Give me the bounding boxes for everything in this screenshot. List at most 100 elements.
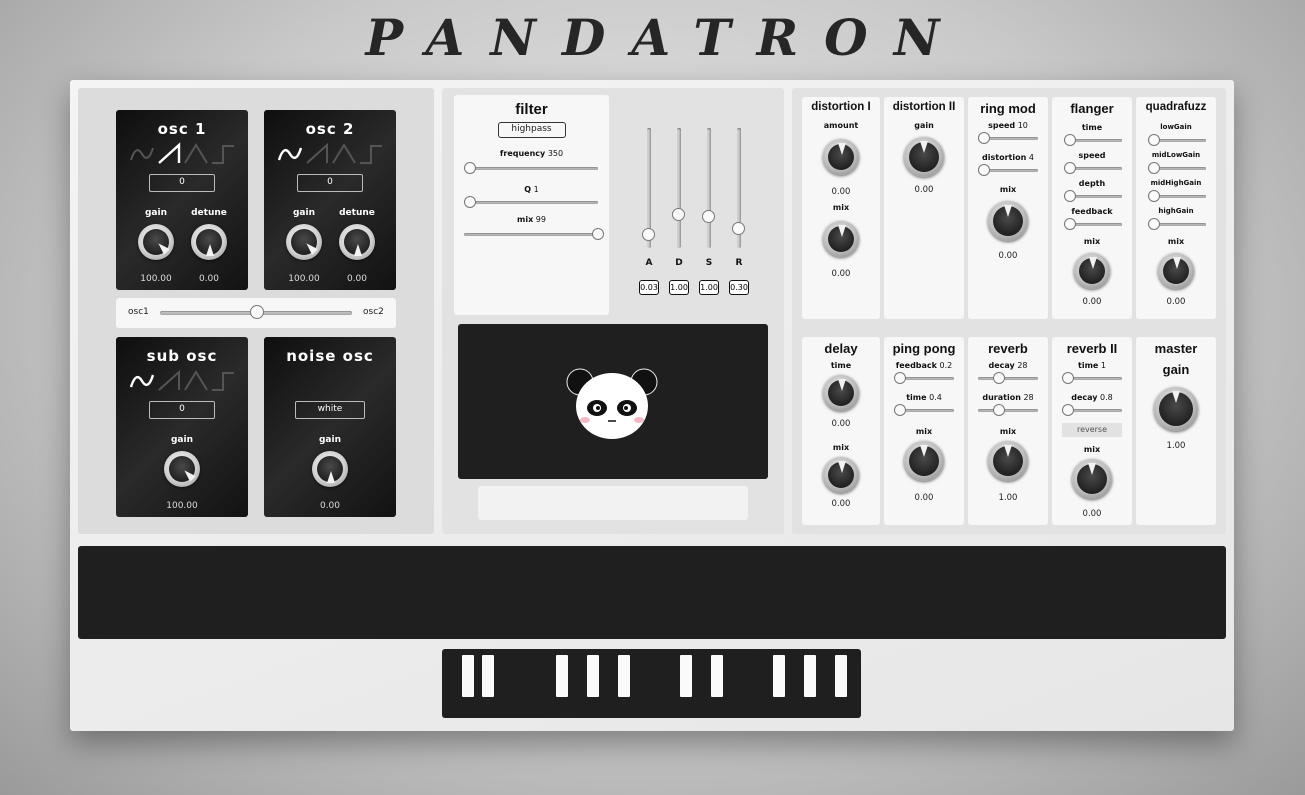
ringmod-speed-thumb[interactable]	[978, 132, 990, 144]
sawtooth-wave-icon[interactable]	[157, 369, 181, 393]
reverb-mix-knob[interactable]	[988, 441, 1028, 481]
quadrafuzz-mix-knob[interactable]	[1158, 253, 1194, 289]
distortion1-mix-knob[interactable]	[823, 221, 859, 257]
noise-type-select[interactable]: white	[295, 401, 365, 419]
reverb-duration-slider[interactable]	[978, 404, 1038, 416]
square-wave-icon[interactable]	[359, 142, 383, 166]
delay-time-value: 0.00	[831, 419, 851, 429]
decay-slider[interactable]	[672, 128, 685, 248]
ringmod-distortion-slider[interactable]	[978, 164, 1038, 176]
pingpong-feedback-slider[interactable]	[894, 372, 954, 384]
reverb-duration-thumb[interactable]	[993, 404, 1005, 416]
sine-wave-icon[interactable]	[129, 142, 154, 166]
reverb2-time-thumb[interactable]	[1062, 372, 1074, 384]
master-gain-knob[interactable]	[1154, 387, 1198, 431]
sub-osc-octave-input[interactable]: 0	[149, 401, 215, 419]
keyboard-key[interactable]	[482, 655, 494, 697]
keyboard-key[interactable]	[618, 655, 630, 697]
ringmod-title: ring mod	[980, 101, 1036, 116]
reverb-decay-slider[interactable]	[978, 372, 1038, 384]
reverb2-time-slider[interactable]	[1062, 372, 1122, 384]
delay-mix-knob[interactable]	[823, 457, 859, 493]
reverb2-reverse-button[interactable]: reverse	[1062, 423, 1122, 437]
filter-q-slider[interactable]	[464, 196, 598, 208]
square-wave-icon[interactable]	[211, 369, 235, 393]
pingpong-time-slider[interactable]	[894, 404, 954, 416]
reverb2-mix-knob[interactable]	[1072, 459, 1112, 499]
quadrafuzz-midhigh-thumb[interactable]	[1148, 190, 1160, 202]
filter-frequency-thumb[interactable]	[464, 162, 476, 174]
release-thumb[interactable]	[732, 222, 745, 235]
osc2-gain-knob[interactable]	[286, 224, 322, 260]
quadrafuzz-midlow-slider[interactable]	[1148, 162, 1206, 174]
decay-value[interactable]: 1.00	[669, 280, 689, 295]
flanger-feedback-slider[interactable]	[1064, 218, 1122, 230]
reverb-decay-thumb[interactable]	[993, 372, 1005, 384]
sine-wave-icon[interactable]	[129, 369, 154, 393]
quadrafuzz-high-slider[interactable]	[1148, 218, 1206, 230]
release-value[interactable]: 0.30	[729, 280, 749, 295]
keyboard-key[interactable]	[773, 655, 785, 697]
sawtooth-wave-icon[interactable]	[305, 142, 329, 166]
distortion1-amount-knob[interactable]	[823, 139, 859, 175]
flanger-time-thumb[interactable]	[1064, 134, 1076, 146]
filter-mix-thumb[interactable]	[592, 228, 604, 240]
keyboard-key[interactable]	[462, 655, 474, 697]
osc2-octave-input[interactable]: 0	[297, 174, 363, 192]
filter-type-select[interactable]: highpass	[497, 122, 566, 138]
decay-thumb[interactable]	[672, 208, 685, 221]
osc1-detune-knob[interactable]	[191, 224, 227, 260]
flanger-depth-thumb[interactable]	[1064, 190, 1076, 202]
osc1-octave-input[interactable]: 0	[149, 174, 215, 192]
quadrafuzz-low-slider[interactable]	[1148, 134, 1206, 146]
ringmod-mix-knob[interactable]	[988, 201, 1028, 241]
keyboard-key[interactable]	[680, 655, 692, 697]
keyboard-key[interactable]	[556, 655, 568, 697]
sawtooth-wave-icon[interactable]	[157, 142, 181, 166]
sine-wave-icon[interactable]	[277, 142, 302, 166]
osc2-detune-knob[interactable]	[339, 224, 375, 260]
quadrafuzz-midlow-thumb[interactable]	[1148, 162, 1160, 174]
keyboard-key[interactable]	[587, 655, 599, 697]
distortion2-gain-knob[interactable]	[904, 137, 944, 177]
flanger-speed-slider[interactable]	[1064, 162, 1122, 174]
keyboard-key[interactable]	[804, 655, 816, 697]
pingpong-time-thumb[interactable]	[894, 404, 906, 416]
reverb2-decay-thumb[interactable]	[1062, 404, 1074, 416]
noise-osc-gain-knob[interactable]	[312, 451, 348, 487]
sustain-thumb[interactable]	[702, 210, 715, 223]
square-wave-icon[interactable]	[211, 142, 235, 166]
quadrafuzz-low-thumb[interactable]	[1148, 134, 1160, 146]
release-slider[interactable]	[732, 128, 745, 248]
pingpong-feedback-thumb[interactable]	[894, 372, 906, 384]
flanger-depth-slider[interactable]	[1064, 190, 1122, 202]
osc1-gain-knob[interactable]	[138, 224, 174, 260]
ringmod-speed-slider[interactable]	[978, 132, 1038, 144]
triangle-wave-icon[interactable]	[183, 142, 208, 166]
pingpong-mix-knob[interactable]	[904, 441, 944, 481]
delay-time-knob[interactable]	[823, 375, 859, 411]
quadrafuzz-high-thumb[interactable]	[1148, 218, 1160, 230]
attack-thumb[interactable]	[642, 228, 655, 241]
sustain-slider[interactable]	[702, 128, 715, 248]
keyboard-key[interactable]	[835, 655, 847, 697]
flanger-mix-knob[interactable]	[1074, 253, 1110, 289]
sub-osc-gain-knob[interactable]	[164, 451, 200, 487]
flanger-time-slider[interactable]	[1064, 134, 1122, 146]
osc-mix-thumb[interactable]	[250, 305, 264, 319]
triangle-wave-icon[interactable]	[183, 369, 208, 393]
ringmod-distortion-thumb[interactable]	[978, 164, 990, 176]
filter-mix-slider[interactable]	[464, 228, 604, 240]
triangle-wave-icon[interactable]	[331, 142, 356, 166]
flanger-speed-thumb[interactable]	[1064, 162, 1076, 174]
reverb2-decay-slider[interactable]	[1062, 404, 1122, 416]
sustain-value[interactable]: 1.00	[699, 280, 719, 295]
attack-value[interactable]: 0.03	[639, 280, 659, 295]
keyboard-key[interactable]	[711, 655, 723, 697]
flanger-feedback-thumb[interactable]	[1064, 218, 1076, 230]
quadrafuzz-midhigh-slider[interactable]	[1148, 190, 1206, 202]
filter-q-thumb[interactable]	[464, 196, 476, 208]
filter-frequency-slider[interactable]	[464, 162, 598, 174]
attack-slider[interactable]	[642, 128, 655, 248]
osc-mix-slider[interactable]	[160, 305, 352, 319]
